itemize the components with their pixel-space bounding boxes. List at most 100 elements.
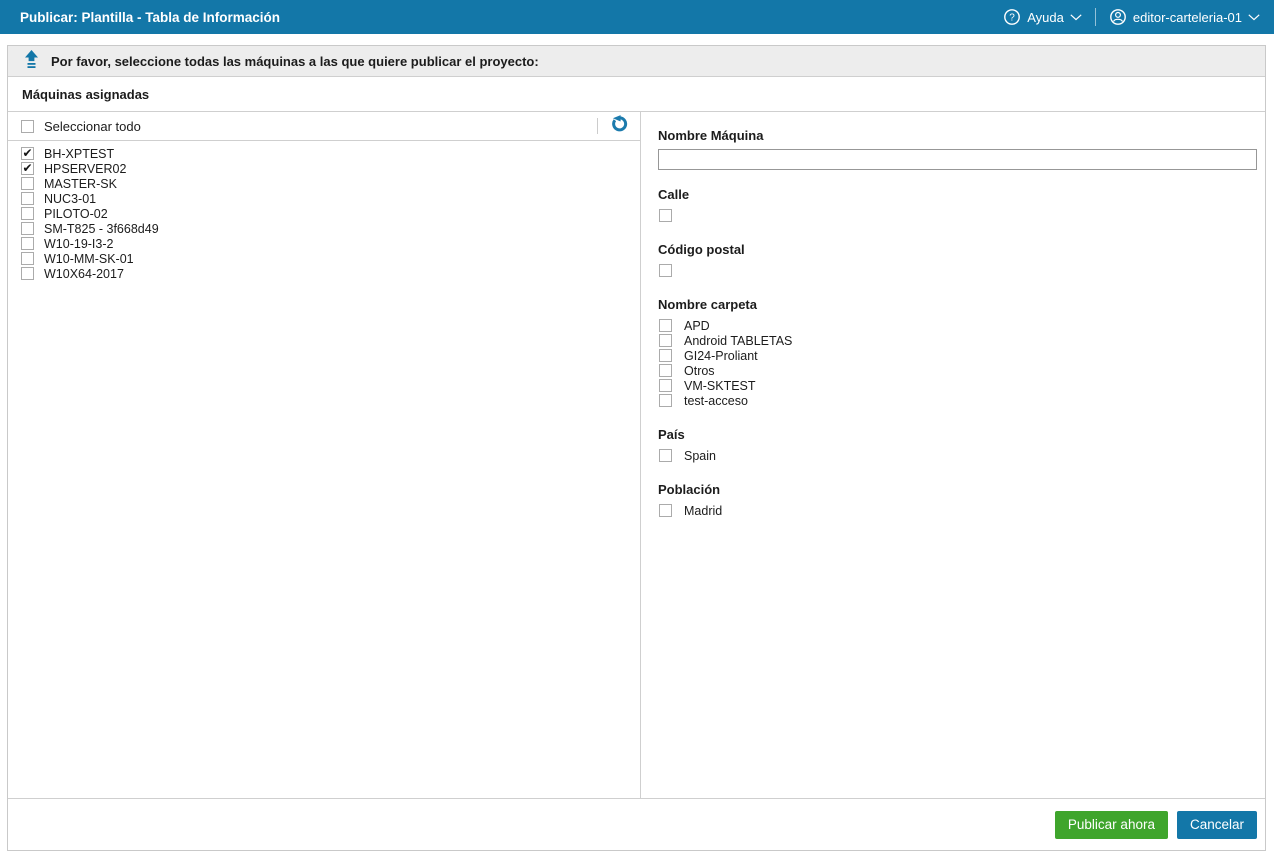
help-label: Ayuda	[1027, 10, 1064, 25]
top-header-bar: Publicar: Plantilla - Tabla de Informaci…	[0, 0, 1274, 34]
select-all-label: Seleccionar todo	[44, 119, 141, 134]
filter-options: APD Android TABLETAS GI24-Proliant Otros…	[658, 318, 1257, 408]
filter-options: Spain	[658, 448, 1257, 463]
machine-checkbox[interactable]	[21, 147, 34, 160]
machine-label: PILOTO-02	[44, 207, 108, 221]
filter-option-row	[658, 263, 1257, 278]
machine-row: MASTER-SK	[8, 176, 640, 191]
footer-bar: Publicar ahora Cancelar	[8, 798, 1265, 850]
filter-option-row: GI24-Proliant	[658, 348, 1257, 363]
machine-checkbox[interactable]	[21, 192, 34, 205]
help-icon: ?	[1003, 8, 1021, 26]
toolbar-separator	[597, 118, 598, 134]
filter-group-label: Calle	[658, 187, 1257, 202]
filter-group: País Spain	[658, 427, 1257, 463]
filter-option-label: Madrid	[684, 504, 722, 518]
filter-option-label: GI24-Proliant	[684, 349, 758, 363]
filter-option-row: VM-SKTEST	[658, 378, 1257, 393]
machine-checkbox[interactable]	[21, 237, 34, 250]
machine-row: W10-MM-SK-01	[8, 251, 640, 266]
filter-option-checkbox[interactable]	[659, 364, 672, 377]
user-circle-icon	[1109, 8, 1127, 26]
chevron-down-icon	[1248, 14, 1260, 21]
select-all-checkbox[interactable]	[21, 120, 34, 133]
machine-label: SM-T825 - 3f668d49	[44, 222, 159, 236]
machine-label: NUC3-01	[44, 192, 96, 206]
machine-label: HPSERVER02	[44, 162, 126, 176]
filter-option-label: test-acceso	[684, 394, 748, 408]
instruction-text: Por favor, seleccione todas las máquinas…	[51, 54, 539, 69]
filter-option-checkbox[interactable]	[659, 349, 672, 362]
filter-option-row: APD	[658, 318, 1257, 333]
machine-checkbox[interactable]	[21, 177, 34, 190]
machine-name-input[interactable]	[658, 149, 1257, 170]
machine-name-group: Nombre Máquina	[658, 128, 1257, 170]
machine-row: PILOTO-02	[8, 206, 640, 221]
filter-option-checkbox[interactable]	[659, 209, 672, 222]
filter-option-row: Android TABLETAS	[658, 333, 1257, 348]
filter-group-label: Población	[658, 482, 1257, 497]
refresh-icon	[611, 115, 629, 138]
select-all-bar: Seleccionar todo	[8, 112, 640, 141]
filter-panel: Nombre Máquina Calle Código postal Nombr…	[641, 112, 1265, 798]
chevron-down-icon	[1070, 14, 1082, 21]
publish-panel: Por favor, seleccione todas las máquinas…	[7, 45, 1266, 851]
machine-checkbox[interactable]	[21, 162, 34, 175]
cancel-button[interactable]: Cancelar	[1177, 811, 1257, 839]
machines-column: Seleccionar todo BH-XPTEST HPSERVER02 M	[8, 112, 641, 798]
filter-option-row	[658, 208, 1257, 223]
page-title: Publicar: Plantilla - Tabla de Informaci…	[20, 10, 280, 25]
filter-option-row: Madrid	[658, 503, 1257, 518]
filter-option-label: APD	[684, 319, 710, 333]
refresh-button[interactable]	[610, 116, 630, 136]
filter-group: Código postal	[658, 242, 1257, 278]
machine-checkbox[interactable]	[21, 222, 34, 235]
help-menu[interactable]: ? Ayuda	[1003, 8, 1082, 26]
filter-option-checkbox[interactable]	[659, 379, 672, 392]
filter-options	[658, 208, 1257, 223]
filter-options	[658, 263, 1257, 278]
machine-list: BH-XPTEST HPSERVER02 MASTER-SK NUC3-01 P…	[8, 141, 640, 281]
machine-checkbox[interactable]	[21, 207, 34, 220]
filter-option-label: Android TABLETAS	[684, 334, 792, 348]
machine-checkbox[interactable]	[21, 267, 34, 280]
filter-option-checkbox[interactable]	[659, 449, 672, 462]
filter-group: Calle	[658, 187, 1257, 223]
filter-group-label: Código postal	[658, 242, 1257, 257]
machine-row: W10-19-I3-2	[8, 236, 640, 251]
machine-row: NUC3-01	[8, 191, 640, 206]
filter-option-checkbox[interactable]	[659, 394, 672, 407]
user-label: editor-carteleria-01	[1133, 10, 1242, 25]
filter-option-row: Spain	[658, 448, 1257, 463]
filter-group-label: Nombre carpeta	[658, 297, 1257, 312]
filter-option-checkbox[interactable]	[659, 319, 672, 332]
filter-group: Población Madrid	[658, 482, 1257, 518]
publish-up-arrow-icon	[25, 50, 38, 72]
filter-group: Nombre carpeta APD Android TABLETAS GI24…	[658, 297, 1257, 408]
header-separator	[1095, 8, 1096, 26]
machine-label: W10-MM-SK-01	[44, 252, 134, 266]
machine-label: W10-19-I3-2	[44, 237, 113, 251]
machine-checkbox[interactable]	[21, 252, 34, 265]
filter-option-checkbox[interactable]	[659, 334, 672, 347]
filter-option-label: Otros	[684, 364, 715, 378]
publish-now-button[interactable]: Publicar ahora	[1055, 811, 1168, 839]
machine-row: W10X64-2017	[8, 266, 640, 281]
machine-row: SM-T825 - 3f668d49	[8, 221, 640, 236]
machine-label: BH-XPTEST	[44, 147, 114, 161]
filter-groups: Calle Código postal Nombre carpeta APD A…	[658, 187, 1257, 518]
filter-option-row: Otros	[658, 363, 1257, 378]
filter-option-checkbox[interactable]	[659, 504, 672, 517]
section-title: Máquinas asignadas	[8, 77, 1265, 112]
machine-name-label: Nombre Máquina	[658, 128, 1257, 143]
machine-label: MASTER-SK	[44, 177, 117, 191]
filter-option-checkbox[interactable]	[659, 264, 672, 277]
user-menu[interactable]: editor-carteleria-01	[1109, 8, 1260, 26]
machine-row: HPSERVER02	[8, 161, 640, 176]
machine-label: W10X64-2017	[44, 267, 124, 281]
machine-row: BH-XPTEST	[8, 146, 640, 161]
filter-option-row: test-acceso	[658, 393, 1257, 408]
svg-text:?: ?	[1009, 13, 1015, 24]
filter-options: Madrid	[658, 503, 1257, 518]
instruction-bar: Por favor, seleccione todas las máquinas…	[8, 46, 1265, 77]
